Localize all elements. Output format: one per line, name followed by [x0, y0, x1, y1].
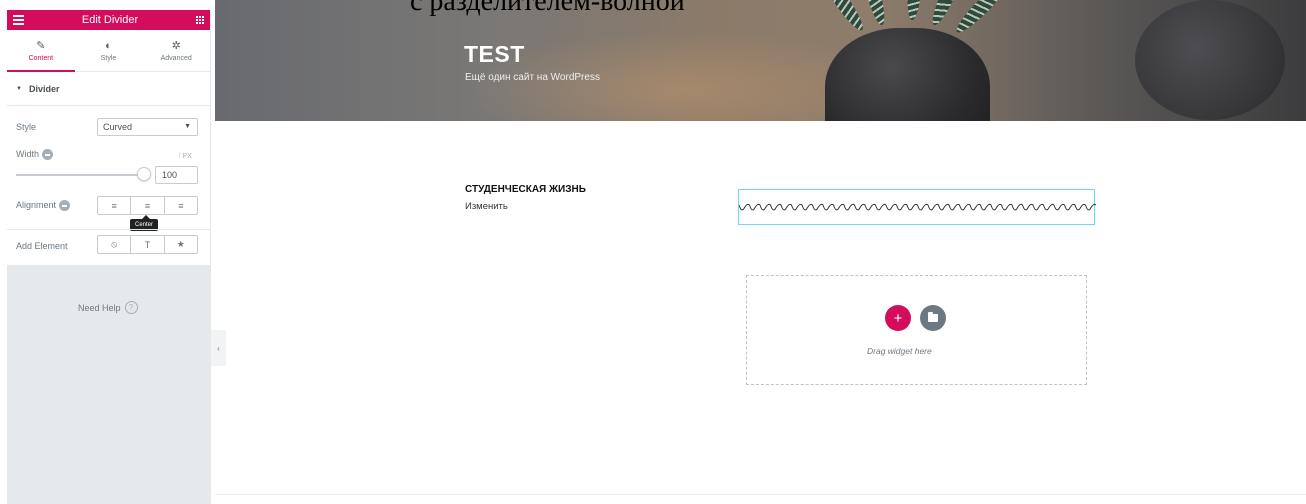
widgets-grid-icon[interactable]	[196, 16, 204, 24]
contrast-icon: ◐	[105, 39, 112, 52]
panel-header: Edit Divider	[7, 10, 210, 30]
add-element-label: Add Element	[16, 241, 68, 251]
tab-style[interactable]: ◐ Style	[75, 30, 143, 71]
site-tagline: Ещё один сайт на WordPress	[465, 72, 600, 83]
chevron-down-icon: ▼	[184, 123, 191, 130]
add-element-button-group: ⦸ T ★	[97, 235, 198, 254]
style-select-value: Curved	[103, 122, 133, 132]
document-caption: с разделителем-волной	[410, 0, 685, 17]
need-help-label: Need Help	[78, 302, 121, 313]
panel-title: Edit Divider	[81, 14, 139, 26]
panel-tabs: ✎ Content ◐ Style ✲ Advanced	[7, 30, 210, 72]
alignment-label: Alignment	[16, 200, 57, 210]
site-header-hero	[215, 0, 1306, 121]
need-help-link[interactable]: Need Help ?	[78, 301, 138, 314]
tab-label: Content	[28, 55, 54, 62]
section-heading[interactable]: СТУДЕНЧЕСКАЯ ЖИЗНЬ	[465, 184, 586, 195]
collapse-panel-handle[interactable]: ‹	[211, 330, 226, 366]
width-number-input[interactable]: 100	[155, 166, 198, 184]
width-label-row: Width	[16, 149, 54, 161]
folder-icon	[928, 312, 938, 322]
style-select[interactable]: Curved ▼	[97, 118, 198, 136]
tab-label: Style	[100, 54, 117, 62]
chevron-left-icon: ‹	[217, 343, 220, 353]
align-right-button[interactable]: ≡	[163, 197, 197, 214]
unit-selector[interactable]: ⦚ PX	[179, 153, 192, 161]
responsive-icon[interactable]	[42, 149, 54, 161]
width-slider-track[interactable]	[16, 174, 151, 176]
control-separator	[7, 229, 211, 230]
width-slider-handle[interactable]	[137, 167, 151, 181]
hero-leaf-image	[905, 0, 926, 21]
alignment-button-group: ≡ ≡ ≡	[97, 196, 198, 215]
tab-advanced[interactable]: ✲ Advanced	[142, 30, 210, 71]
empty-section-dropzone[interactable]	[746, 275, 1087, 385]
unit-label: PX	[182, 153, 192, 160]
section-title: Divider	[28, 83, 60, 94]
width-label: Width	[16, 149, 40, 159]
hero-leaf-image	[952, 0, 1012, 37]
hero-dark-sphere-image	[1135, 0, 1285, 120]
drag-widget-hint: Drag widget here	[867, 346, 932, 356]
align-center-button[interactable]: ≡	[130, 197, 163, 214]
page-bottom-divider	[215, 494, 1306, 495]
none-icon[interactable]: ⦸	[98, 236, 130, 253]
responsive-icon[interactable]	[59, 200, 71, 212]
pencil-icon: ✎	[36, 40, 46, 52]
tab-content[interactable]: ✎ Content	[7, 30, 75, 72]
add-section-button[interactable]: +	[885, 305, 911, 331]
site-title[interactable]: TEST	[464, 41, 525, 68]
question-icon: ?	[124, 301, 138, 314]
menu-icon[interactable]	[13, 15, 24, 25]
star-icon[interactable]: ★	[163, 236, 197, 253]
text-icon[interactable]: T	[130, 236, 163, 253]
style-label: Style	[16, 122, 37, 132]
curved-divider-line	[739, 203, 1096, 211]
tab-label: Advanced	[160, 55, 192, 62]
align-left-button[interactable]: ≡	[98, 197, 130, 214]
gear-icon: ✲	[171, 40, 181, 52]
hero-leaf-image	[816, 0, 868, 35]
template-library-button[interactable]	[920, 305, 946, 331]
edit-link[interactable]: Изменить	[465, 201, 508, 212]
hero-plant-pot-image	[825, 28, 990, 121]
alignment-label-row: Alignment	[16, 200, 71, 212]
divider-widget-selected[interactable]	[738, 189, 1096, 225]
section-toggle-divider[interactable]: ▼ Divider	[7, 72, 210, 106]
caret-down-icon: ▼	[16, 85, 22, 92]
